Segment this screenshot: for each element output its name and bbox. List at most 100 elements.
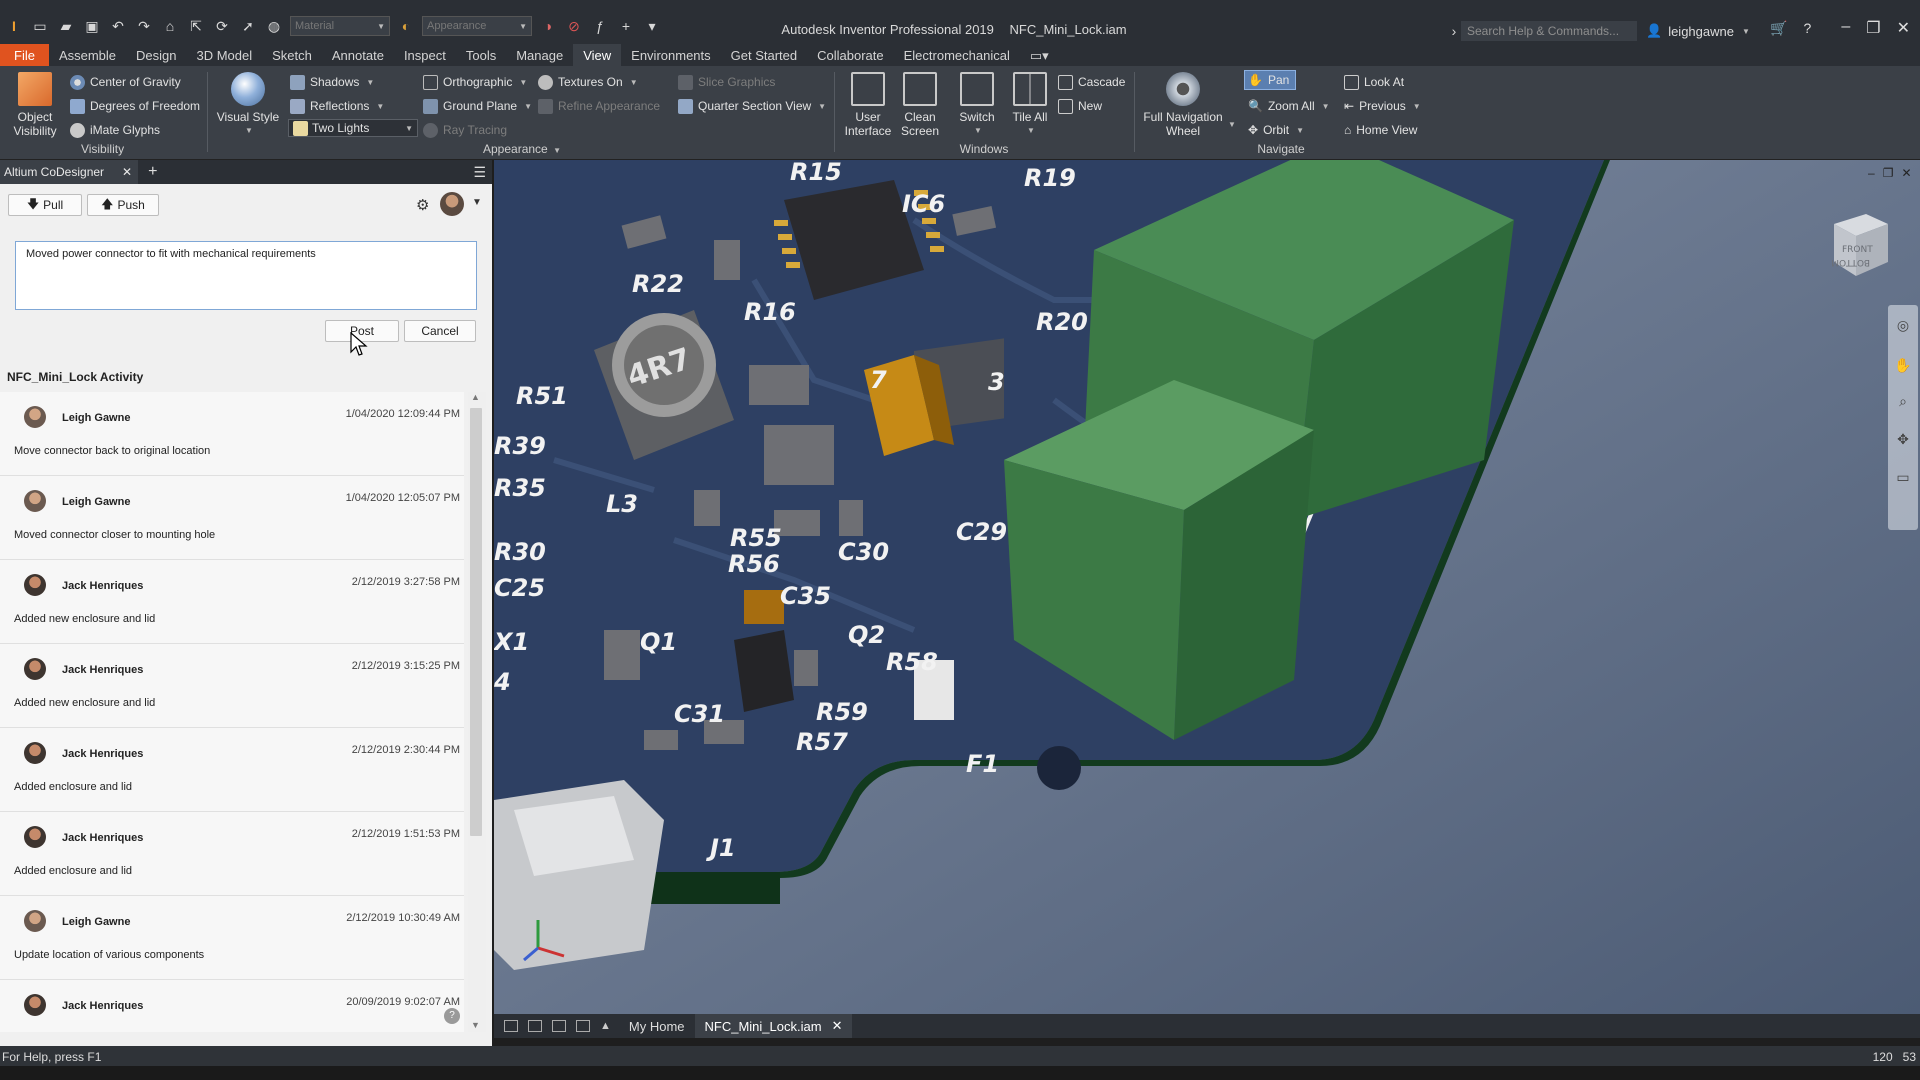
- pan-hand-icon[interactable]: ✋: [1894, 357, 1912, 375]
- tab-nfc-mini-lock[interactable]: NFC_Mini_Lock.iam ✕: [694, 1014, 853, 1038]
- quarter-section-view-button[interactable]: Quarter Section View ▼: [678, 96, 826, 116]
- zoom-all-button[interactable]: 🔍 Zoom All ▼: [1248, 96, 1330, 116]
- clean-screen-button[interactable]: Clean Screen: [894, 72, 946, 138]
- look-at-button[interactable]: Look At: [1344, 72, 1404, 92]
- slice-graphics-button[interactable]: Slice Graphics: [678, 72, 775, 92]
- minimize-icon[interactable]: –: [1868, 166, 1875, 180]
- list-item[interactable]: Jack Henriques 2/12/2019 2:30:44 PM Adde…: [0, 728, 464, 812]
- degrees-of-freedom-label: Degrees of Freedom: [90, 99, 201, 113]
- scroll-thumb[interactable]: [470, 408, 482, 836]
- orbit-icon[interactable]: ✥: [1894, 431, 1912, 449]
- chevron-down-icon: ▼: [1412, 101, 1421, 111]
- hamburger-menu-icon[interactable]: ☰: [473, 164, 486, 181]
- refine-appearance-button[interactable]: Refine Appearance: [538, 96, 660, 116]
- 3d-viewport[interactable]: 4R7 R15 R19 IC6 R22 R16 R20 R51 R39 R35 …: [494, 160, 1920, 1014]
- cascade-windows-icon[interactable]: [504, 1020, 518, 1032]
- shadows-button[interactable]: Shadows ▼: [290, 72, 374, 92]
- list-item[interactable]: Leigh Gawne 1/04/2020 12:05:07 PM Moved …: [0, 476, 464, 560]
- cascade-button[interactable]: Cascade: [1058, 72, 1125, 92]
- user-menu[interactable]: 👤 leighgawne ▼: [1646, 21, 1750, 41]
- gear-icon[interactable]: ⚙: [416, 196, 429, 214]
- list-item[interactable]: Jack Henriques 20/09/2019 9:02:07 AM: [0, 980, 464, 1032]
- tab-collaborate[interactable]: Collaborate: [807, 44, 894, 66]
- shadows-label: Shadows: [310, 75, 360, 89]
- tab-my-home[interactable]: My Home: [619, 1014, 695, 1038]
- textures-on-button[interactable]: Textures On ▼: [538, 72, 638, 92]
- full-navigation-wheel-button[interactable]: Full Navigation Wheel: [1140, 72, 1226, 138]
- orthographic-button[interactable]: Orthographic ▼: [423, 72, 527, 92]
- tab-altium-codesigner[interactable]: Altium CoDesigner ✕: [0, 160, 139, 184]
- tab-view[interactable]: View: [573, 44, 622, 66]
- close-icon[interactable]: ✕: [832, 1018, 843, 1034]
- ribbon-options-icon[interactable]: ▭▾: [1020, 44, 1059, 66]
- list-item[interactable]: Leigh Gawne 1/04/2020 12:09:44 PM Move c…: [0, 392, 464, 476]
- orbit-button[interactable]: ✥ Orbit ▼: [1248, 120, 1304, 140]
- chevron-down-icon[interactable]: ▼: [1228, 120, 1236, 129]
- tab-manage[interactable]: Manage: [506, 44, 573, 66]
- tab-environments[interactable]: Environments: [621, 44, 720, 66]
- close-icon[interactable]: ✕: [1897, 18, 1910, 38]
- restore-icon[interactable]: ❐: [1866, 18, 1880, 38]
- tab-file[interactable]: File: [0, 44, 49, 66]
- ground-plane-button[interactable]: Ground Plane ▼: [423, 96, 532, 116]
- add-tab-icon[interactable]: +: [148, 163, 157, 181]
- view-cube[interactable]: FRONT BOTTOM: [1826, 210, 1892, 280]
- cart-icon[interactable]: 🛒: [1770, 20, 1787, 37]
- steering-wheel-icon[interactable]: ◎: [1894, 317, 1912, 335]
- tab-design[interactable]: Design: [126, 44, 186, 66]
- pull-button[interactable]: 🡇 Pull: [8, 194, 82, 216]
- previous-view-button[interactable]: ⇤ Previous ▼: [1344, 96, 1421, 116]
- list-item[interactable]: Jack Henriques 2/12/2019 1:51:53 PM Adde…: [0, 812, 464, 896]
- help-icon[interactable]: ?: [444, 1008, 460, 1024]
- tab-assemble[interactable]: Assemble: [49, 44, 126, 66]
- lighting-style-select[interactable]: Two Lights ▼: [288, 119, 418, 137]
- tab-get-started[interactable]: Get Started: [721, 44, 807, 66]
- tab-electromechanical[interactable]: Electromechanical: [894, 44, 1020, 66]
- panel-tab-label: Altium CoDesigner: [4, 165, 105, 179]
- visual-style-button[interactable]: Visual Style ▼: [214, 72, 282, 138]
- tabs-menu-icon[interactable]: ▲: [600, 1020, 611, 1032]
- scroll-down-icon[interactable]: ▼: [471, 1020, 480, 1030]
- list-item[interactable]: Leigh Gawne 2/12/2019 10:30:49 AM Update…: [0, 896, 464, 980]
- new-window-button[interactable]: New: [1058, 96, 1102, 116]
- ray-tracing-button[interactable]: Ray Tracing: [423, 120, 507, 140]
- tab-sketch[interactable]: Sketch: [262, 44, 322, 66]
- center-of-gravity-button[interactable]: Center of Gravity: [70, 72, 181, 92]
- activity-scrollbar[interactable]: ▲ ▼: [468, 392, 486, 1032]
- object-visibility-button[interactable]: Object Visibility: [8, 72, 62, 138]
- look-at-icon[interactable]: ▭: [1894, 469, 1912, 487]
- help-icon[interactable]: ?: [1803, 20, 1811, 37]
- tile-vertical-icon[interactable]: [576, 1020, 590, 1032]
- tab-inspect[interactable]: Inspect: [394, 44, 456, 66]
- comment-textarea[interactable]: Moved power connector to fit with mechan…: [15, 241, 477, 310]
- chevron-down-icon[interactable]: ▼: [472, 197, 482, 208]
- avatar[interactable]: [440, 192, 464, 216]
- tab-tools[interactable]: Tools: [456, 44, 506, 66]
- minimize-icon[interactable]: –: [1841, 18, 1850, 38]
- tile-horizontal-icon[interactable]: [552, 1020, 566, 1032]
- switch-button[interactable]: Switch ▼: [952, 72, 1002, 138]
- reflections-button[interactable]: Reflections ▼: [290, 96, 384, 116]
- tile-all-button[interactable]: Tile All ▼: [1004, 72, 1056, 138]
- object-visibility-label: Object Visibility: [13, 110, 57, 138]
- appearance-group-title[interactable]: Appearance ▼: [210, 142, 834, 156]
- tab-annotate[interactable]: Annotate: [322, 44, 394, 66]
- push-button[interactable]: 🡅 Push: [87, 194, 159, 216]
- restore-icon[interactable]: ❐: [1883, 166, 1894, 180]
- home-view-button[interactable]: ⌂ Home View: [1344, 120, 1417, 140]
- list-item[interactable]: Jack Henriques 2/12/2019 3:15:25 PM Adde…: [0, 644, 464, 728]
- close-icon[interactable]: ✕: [1901, 166, 1911, 180]
- cancel-button[interactable]: Cancel: [404, 320, 476, 342]
- tab-3d-model[interactable]: 3D Model: [187, 44, 263, 66]
- look-at-label: Look At: [1364, 75, 1405, 89]
- close-icon[interactable]: ✕: [122, 165, 132, 179]
- imate-glyphs-button[interactable]: iMate Glyphs: [70, 120, 160, 140]
- zoom-icon[interactable]: ⌕: [1894, 393, 1912, 411]
- degrees-of-freedom-button[interactable]: Degrees of Freedom: [70, 96, 200, 116]
- scroll-up-icon[interactable]: ▲: [471, 392, 480, 402]
- search-input[interactable]: Search Help & Commands...: [1461, 21, 1637, 41]
- tile-windows-icon[interactable]: [528, 1020, 542, 1032]
- user-interface-button[interactable]: User Interface: [842, 72, 894, 138]
- pan-button[interactable]: ✋ Pan: [1244, 70, 1297, 90]
- list-item[interactable]: Jack Henriques 2/12/2019 3:27:58 PM Adde…: [0, 560, 464, 644]
